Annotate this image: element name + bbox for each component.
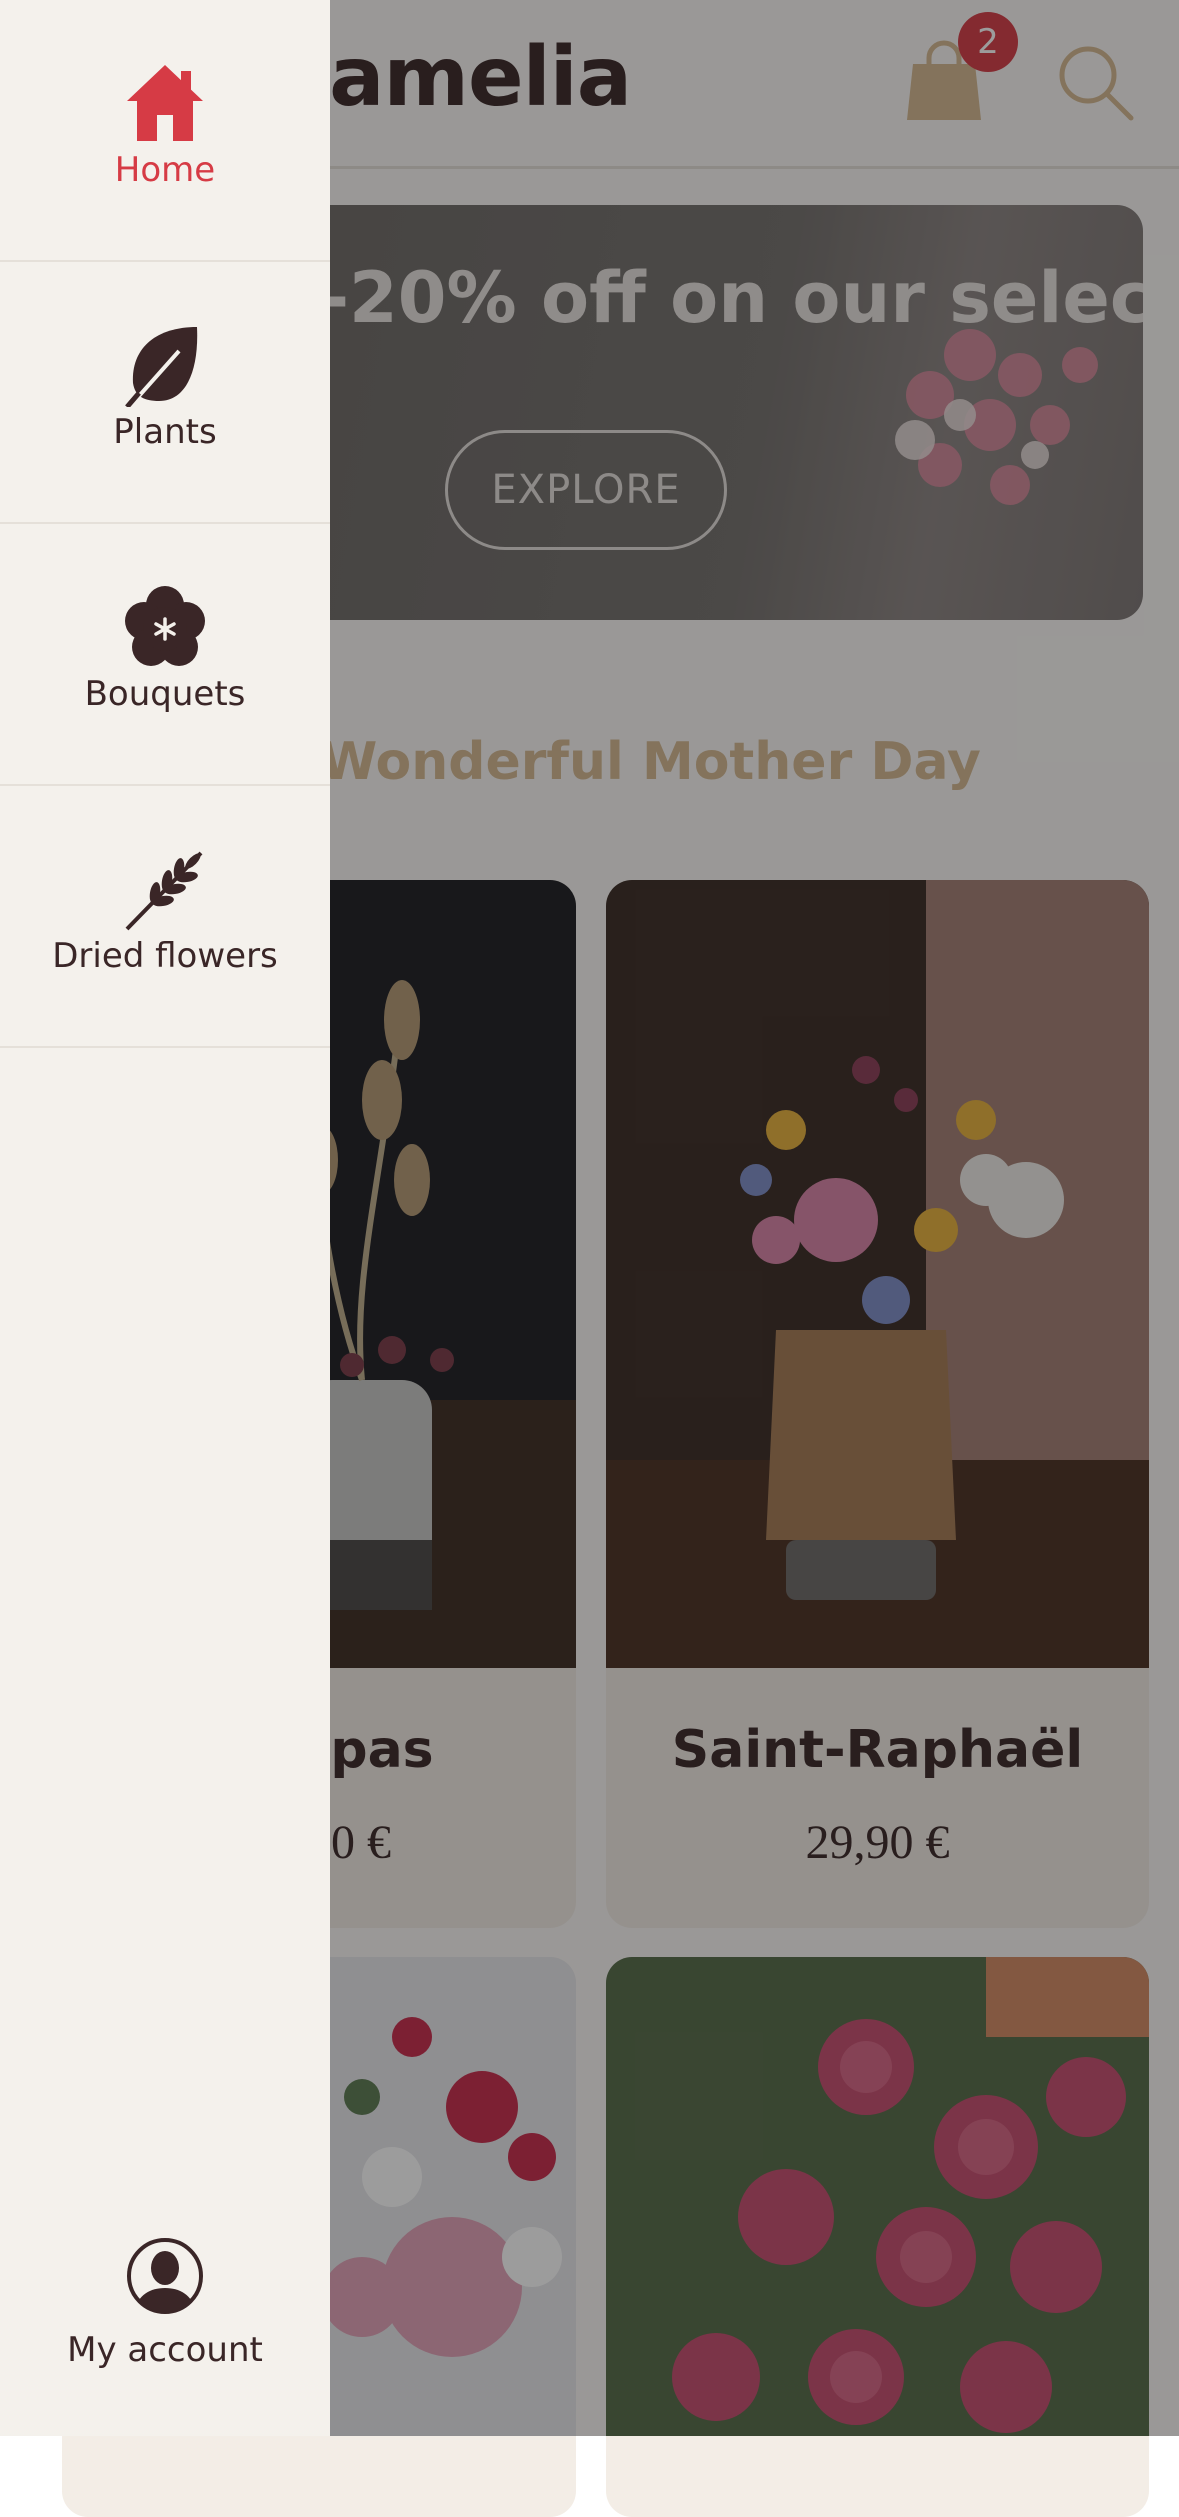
my-account-link[interactable]: My account — [0, 2220, 330, 2420]
home-icon — [127, 65, 203, 141]
drawer-item-label: Dried flowers — [52, 936, 278, 976]
my-account-label: My account — [67, 2330, 263, 2370]
leaf-icon — [125, 327, 198, 407]
drawer-item-bouquets[interactable]: Bouquets — [0, 524, 330, 786]
drawer-item-label: Plants — [113, 412, 217, 452]
side-drawer: Home Plants Bouquets Dried flowers My ac… — [0, 0, 330, 2436]
drawer-item-dried-flowers[interactable]: Dried flowers — [0, 786, 330, 1048]
user-avatar-icon — [127, 2238, 203, 2314]
drawer-item-label: Bouquets — [84, 674, 246, 714]
wheat-icon — [125, 851, 203, 931]
drawer-item-label: Home — [114, 150, 216, 190]
flower-icon — [125, 586, 205, 666]
drawer-item-plants[interactable]: Plants — [0, 262, 330, 524]
drawer-item-home[interactable]: Home — [0, 0, 330, 262]
